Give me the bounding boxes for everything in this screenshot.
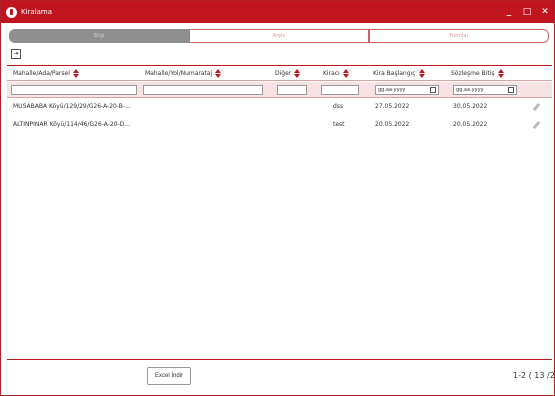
tab-arsiv[interactable]: Arşiv: [189, 29, 369, 43]
cell-kiraci: dss: [333, 103, 344, 110]
column-header-diger[interactable]: Diğer: [275, 69, 301, 78]
cell-baslangic: 20.05.2022: [375, 121, 410, 128]
filter-row: gg.aa.yyyy gg.aa.yyyy: [7, 82, 552, 98]
tab-bilgi[interactable]: Bilgi: [9, 29, 189, 43]
edit-icon[interactable]: [532, 120, 541, 130]
column-label: Diğer: [275, 70, 292, 77]
maximize-button[interactable]: □: [518, 7, 536, 17]
filter-parsel-input[interactable]: [11, 85, 137, 95]
column-header-baslangic[interactable]: Kira Başlangıç: [373, 69, 426, 78]
table-row[interactable]: MUSABABA Köyü/129/29/G26-A-20-B-... dss …: [7, 101, 552, 113]
rental-window: Kiralama _ □ ✕ Bilgi Arşiv Formlar ⇥ Mah…: [0, 0, 555, 396]
sort-icon[interactable]: [72, 69, 80, 78]
filter-numarataj-input[interactable]: [143, 85, 263, 95]
cell-baslangic: 27.05.2022: [375, 103, 410, 110]
column-header-bitis[interactable]: Sözleşme Bitiş: [451, 69, 505, 78]
window-title: Kiralama: [21, 8, 53, 16]
title-bar: Kiralama _ □ ✕: [1, 1, 554, 23]
column-header-parsel[interactable]: Mahalle/Ada/Parsel: [13, 69, 80, 78]
calendar-icon[interactable]: [508, 87, 514, 93]
minimize-button[interactable]: _: [500, 7, 518, 17]
excel-download-button[interactable]: Excel İndir: [147, 367, 191, 385]
date-placeholder: gg.aa.yyyy: [456, 87, 484, 93]
column-header-numarataj[interactable]: Mahalle/Yol/Numarataj: [145, 69, 222, 78]
grid-header: Mahalle/Ada/Parsel Mahalle/Yol/Numarataj…: [7, 67, 552, 81]
column-header-kiraci[interactable]: Kiracı: [323, 69, 350, 78]
cell-bitis: 30.05.2022: [453, 103, 488, 110]
cell-bitis: 20.05.2022: [453, 121, 488, 128]
cell-parsel: MUSABABA Köyü/129/29/G26-A-20-B-...: [13, 103, 131, 110]
column-label: Kiracı: [323, 70, 340, 77]
close-button[interactable]: ✕: [536, 7, 554, 17]
sort-icon[interactable]: [497, 69, 505, 78]
table-row[interactable]: ALTINPINAR Köyü/114/46/G26-A-20-D... tes…: [7, 119, 552, 131]
edit-icon[interactable]: [532, 102, 541, 112]
column-label: Mahalle/Ada/Parsel: [13, 70, 70, 77]
sort-icon[interactable]: [342, 69, 350, 78]
tab-formlar[interactable]: Formlar: [369, 29, 549, 43]
app-icon: [6, 6, 17, 18]
filter-kiraci-input[interactable]: [321, 85, 359, 95]
grid-top-border: [7, 65, 552, 66]
calendar-icon[interactable]: [430, 87, 436, 93]
cell-parsel: ALTINPINAR Köyü/114/46/G26-A-20-D...: [13, 121, 131, 128]
sort-icon[interactable]: [418, 69, 426, 78]
column-label: Sözleşme Bitiş: [451, 70, 495, 77]
cell-kiraci: test: [333, 121, 345, 128]
pagination-info: 1-2 ( 13 /2): [513, 371, 555, 380]
grid-bottom-border: [7, 359, 552, 360]
date-placeholder: gg.aa.yyyy: [378, 87, 406, 93]
tab-bar: Bilgi Arşiv Formlar: [9, 29, 549, 43]
filter-bitis-date[interactable]: gg.aa.yyyy: [453, 85, 517, 95]
column-label: Kira Başlangıç: [373, 70, 416, 77]
sort-icon[interactable]: [215, 69, 222, 78]
filter-baslangic-date[interactable]: gg.aa.yyyy: [375, 85, 439, 95]
sort-icon[interactable]: [294, 69, 301, 78]
export-icon[interactable]: ⇥: [11, 49, 21, 59]
column-label: Mahalle/Yol/Numarataj: [145, 70, 213, 77]
filter-diger-input[interactable]: [277, 85, 307, 95]
